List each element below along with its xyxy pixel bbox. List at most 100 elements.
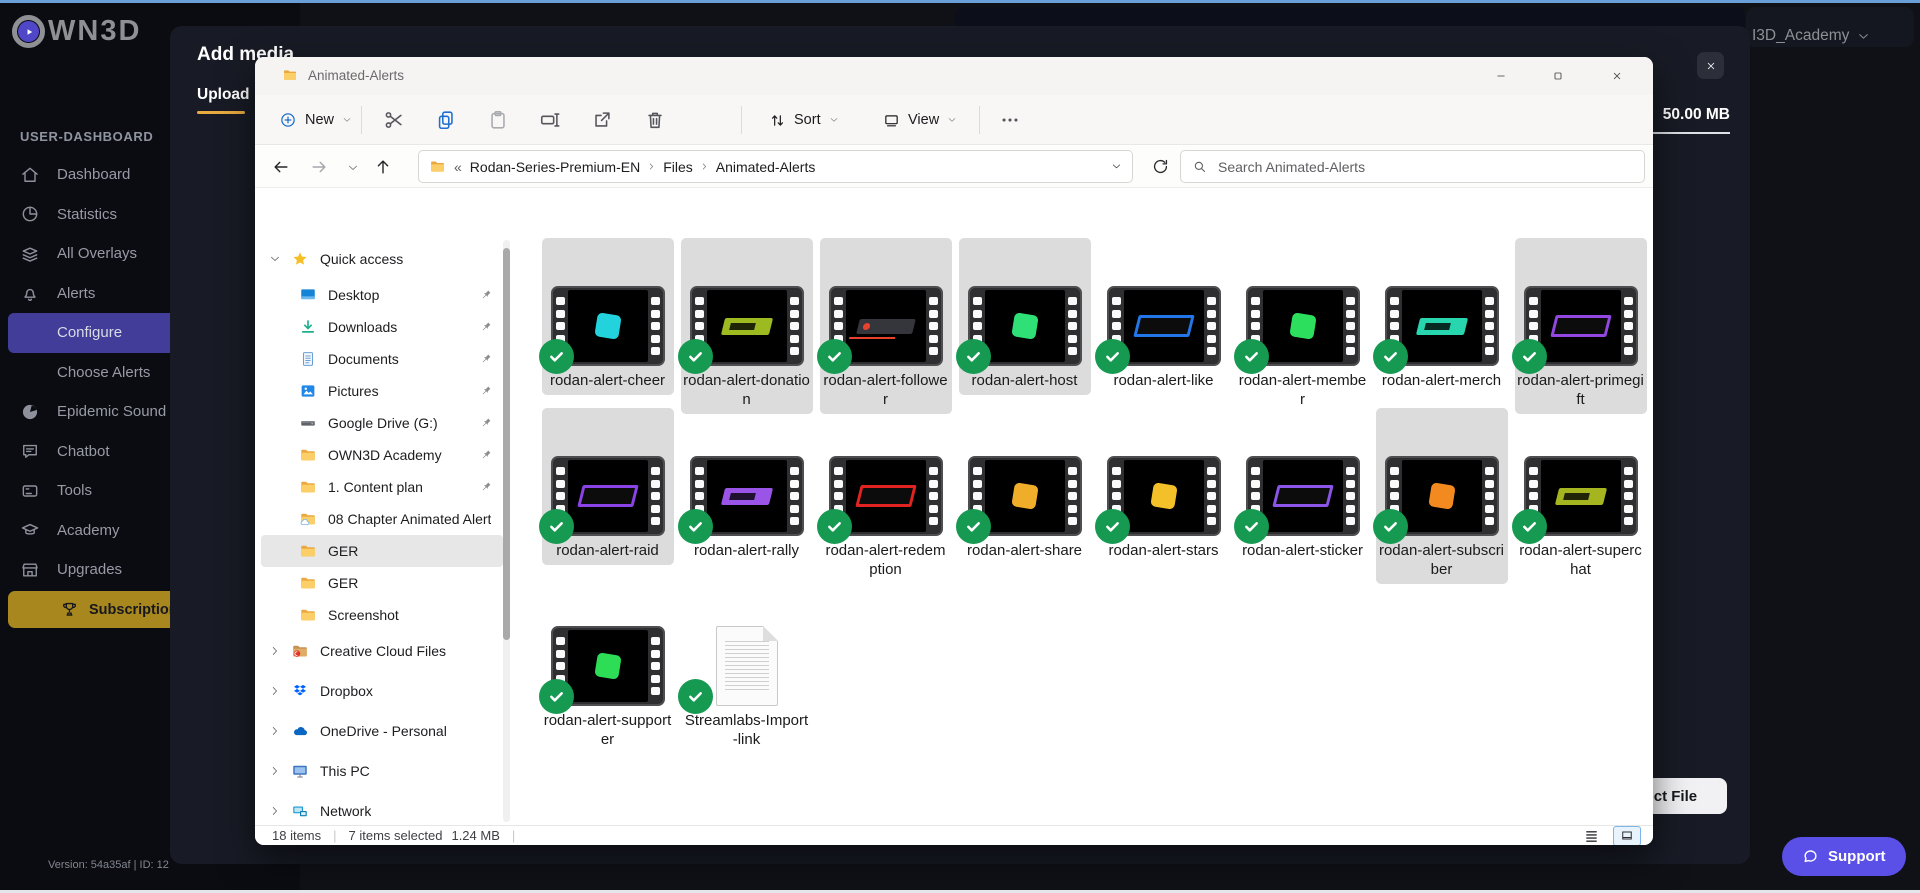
- sync-check-badge: [678, 339, 713, 374]
- view-button[interactable]: View: [875, 104, 965, 136]
- grid-cell: Streamlabs-Import-link: [677, 578, 816, 748]
- subscription-label: Subscription: [89, 602, 178, 618]
- see-more-button[interactable]: [999, 109, 1021, 131]
- chevron-right-icon[interactable]: [269, 725, 281, 737]
- file-rodan-alert-rally[interactable]: rodan-alert-rally: [681, 408, 813, 565]
- file-rodan-alert-donation[interactable]: rodan-alert-donation: [681, 238, 813, 414]
- tree-item-08-chapter-animated-alert[interactable]: 08 Chapter Animated Alert: [261, 503, 503, 535]
- copy-button[interactable]: [435, 109, 457, 131]
- tree-item-label: Network: [320, 803, 371, 819]
- tree-item-google-drive-g[interactable]: Google Drive (G:): [261, 407, 503, 439]
- file-name-label: rodan-alert-stars: [1098, 541, 1230, 560]
- delete-button[interactable]: [644, 109, 666, 131]
- scrollbar-thumb[interactable]: [503, 248, 510, 640]
- tree-item-downloads[interactable]: Downloads: [261, 311, 503, 343]
- back-button[interactable]: [271, 157, 291, 177]
- support-button[interactable]: Support: [1782, 837, 1906, 876]
- own3d-logo[interactable]: WN3D: [12, 15, 141, 48]
- cut-button[interactable]: [383, 109, 405, 131]
- breadcrumb[interactable]: « Rodan-Series-Premium-EN Files Animated-A…: [418, 150, 1133, 183]
- trophy-icon: [60, 600, 79, 619]
- recent-locations-button[interactable]: [347, 161, 359, 173]
- file-rodan-alert-supporter[interactable]: rodan-alert-supporter: [542, 578, 674, 754]
- check-icon: [825, 347, 844, 366]
- refresh-button[interactable]: [1151, 157, 1170, 176]
- file-rodan-alert-subscriber[interactable]: rodan-alert-subscriber: [1376, 408, 1508, 584]
- pin-icon: [479, 480, 493, 494]
- minimize-button[interactable]: [1479, 61, 1523, 91]
- logo-text: WN3D: [48, 15, 141, 48]
- chevron-right-icon[interactable]: [269, 685, 281, 697]
- tree-item-pictures[interactable]: Pictures: [261, 375, 503, 407]
- check-icon: [686, 517, 705, 536]
- file-rodan-alert-follower[interactable]: rodan-alert-follower: [820, 238, 952, 414]
- file-streamlabs-import-link[interactable]: Streamlabs-Import-link: [681, 578, 813, 754]
- file-name-label: rodan-alert-host: [959, 371, 1091, 390]
- tree-item-desktop[interactable]: Desktop: [261, 279, 503, 311]
- tree-item-onedrive-personal[interactable]: OneDrive - Personal: [261, 711, 503, 751]
- up-button[interactable]: [373, 157, 393, 177]
- details-view-toggle[interactable]: [1582, 828, 1601, 843]
- plus-circle-icon: [279, 111, 297, 129]
- chevron-down-icon: [1857, 30, 1870, 43]
- maximize-icon: [1552, 70, 1564, 82]
- file-rodan-alert-share[interactable]: rodan-alert-share: [959, 408, 1091, 565]
- grid-cell: rodan-alert-raid: [538, 408, 677, 578]
- modal-close-button[interactable]: [1697, 52, 1724, 79]
- maximize-button[interactable]: [1536, 61, 1580, 91]
- folder-icon: [299, 542, 317, 560]
- file-rodan-alert-host[interactable]: rodan-alert-host: [959, 238, 1091, 395]
- tab-upload[interactable]: Upload: [197, 86, 250, 104]
- chevron-down-icon[interactable]: [269, 253, 281, 265]
- download-icon: [299, 318, 317, 336]
- tree-item-quick-access[interactable]: Quick access: [261, 239, 503, 279]
- tree-item-this-pc[interactable]: This PC: [261, 751, 503, 791]
- chat-icon: [20, 441, 40, 461]
- sort-button[interactable]: Sort: [761, 104, 847, 136]
- breadcrumb-segment-rodan-series-premium-en[interactable]: Rodan-Series-Premium-EN: [470, 159, 640, 175]
- alert-shape: [1415, 318, 1467, 335]
- account-menu[interactable]: I3D_Academy: [1752, 27, 1870, 45]
- paste-button[interactable]: [487, 109, 509, 131]
- search-input[interactable]: [1216, 158, 1644, 176]
- tree-scrollbar[interactable]: [503, 240, 510, 822]
- share-button[interactable]: [591, 109, 613, 131]
- chevron-right-icon[interactable]: [269, 645, 281, 657]
- sync-check-badge: [1373, 509, 1408, 544]
- tree-item-own3d-academy[interactable]: OWN3D Academy: [261, 439, 503, 471]
- file-rodan-alert-stars[interactable]: rodan-alert-stars: [1098, 408, 1230, 565]
- sync-check-badge: [1095, 509, 1130, 544]
- file-rodan-alert-sticker[interactable]: rodan-alert-sticker: [1237, 408, 1369, 565]
- thumbnail-view-toggle[interactable]: [1613, 826, 1641, 846]
- file-rodan-alert-member[interactable]: rodan-alert-member: [1237, 238, 1369, 414]
- tree-item-ger[interactable]: GER: [261, 535, 503, 567]
- breadcrumb-segment-files[interactable]: Files: [663, 159, 693, 175]
- tree-item-label: Creative Cloud Files: [320, 643, 446, 659]
- breadcrumb-overflow[interactable]: «: [454, 159, 462, 175]
- file-rodan-alert-merch[interactable]: rodan-alert-merch: [1376, 238, 1508, 395]
- file-name-label: rodan-alert-supporter: [542, 711, 674, 749]
- sidebar-item-label: All Overlays: [57, 245, 137, 262]
- tree-item-1-content-plan[interactable]: 1. Content plan: [261, 471, 503, 503]
- tree-item-screenshot[interactable]: Screenshot: [261, 599, 503, 631]
- rename-button[interactable]: [539, 109, 561, 131]
- file-rodan-alert-like[interactable]: rodan-alert-like: [1098, 238, 1230, 395]
- chevron-right-icon[interactable]: [269, 805, 281, 817]
- close-window-button[interactable]: [1595, 61, 1639, 91]
- chevron-right-icon[interactable]: [269, 765, 281, 777]
- address-dropdown-icon[interactable]: [1111, 161, 1122, 172]
- file-rodan-alert-raid[interactable]: rodan-alert-raid: [542, 408, 674, 565]
- file-rodan-alert-cheer[interactable]: rodan-alert-cheer: [542, 238, 674, 395]
- tree-item-dropbox[interactable]: Dropbox: [261, 671, 503, 711]
- file-rodan-alert-redemption[interactable]: rodan-alert-redemption: [820, 408, 952, 584]
- sidebar-item-label: Tools: [57, 482, 92, 499]
- forward-button[interactable]: [309, 157, 329, 177]
- tree-item-documents[interactable]: Documents: [261, 343, 503, 375]
- new-button[interactable]: New: [271, 104, 360, 136]
- tree-item-creative-cloud-files[interactable]: Creative Cloud Files: [261, 631, 503, 671]
- file-rodan-alert-primegift[interactable]: rodan-alert-primegift: [1515, 238, 1647, 414]
- tree-item-ger[interactable]: GER: [261, 567, 503, 599]
- breadcrumb-segment-animated-alerts[interactable]: Animated-Alerts: [716, 159, 816, 175]
- tree-item-label: This PC: [320, 763, 370, 779]
- file-rodan-alert-superchat[interactable]: rodan-alert-superchat: [1515, 408, 1647, 584]
